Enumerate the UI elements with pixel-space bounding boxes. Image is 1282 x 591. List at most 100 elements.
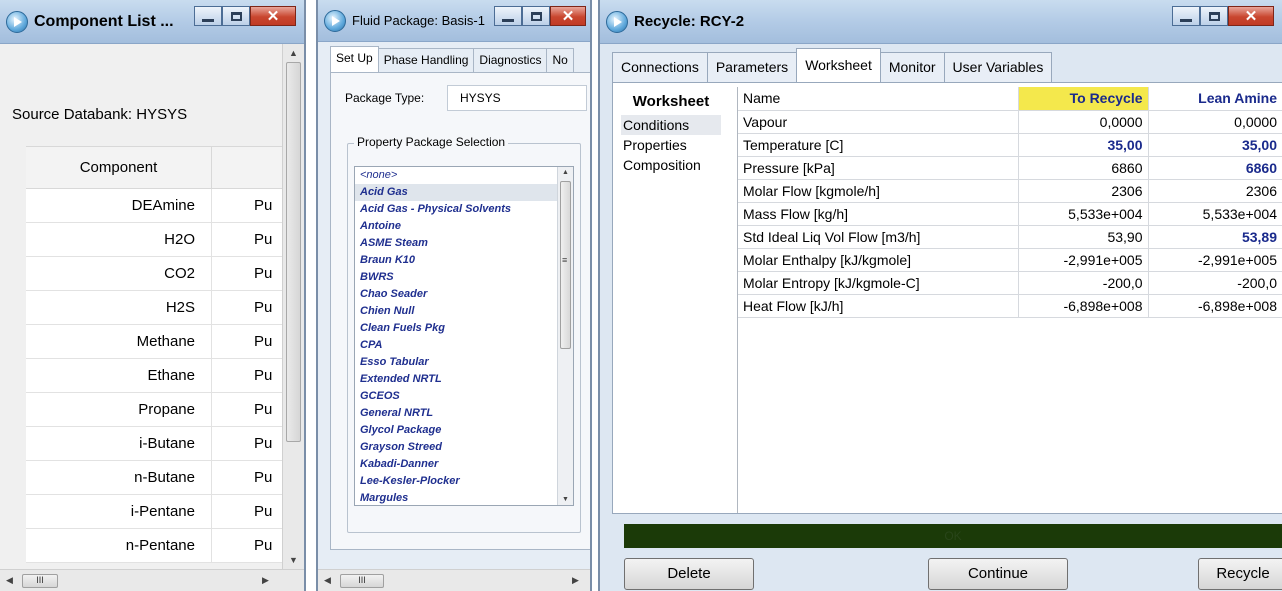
list-item[interactable]: Kabadi-Danner (355, 456, 573, 473)
minimize-button[interactable] (194, 6, 222, 26)
to-recycle-value[interactable]: 0,0000 (1018, 110, 1149, 134)
recycle-titlebar[interactable]: Recycle: RCY-2 ✕ (600, 0, 1282, 44)
table-row[interactable]: H2O Pu (26, 223, 286, 257)
list-item[interactable]: ASME Steam (355, 235, 573, 252)
scroll-up-icon[interactable]: ▲ (562, 169, 569, 176)
to-recycle-value[interactable]: 5,533e+004 (1018, 202, 1149, 226)
list-item[interactable]: <none> (355, 167, 573, 184)
scrollbar-thumb[interactable] (286, 62, 301, 442)
property-name: Molar Entropy [kJ/kgmole-C] (738, 271, 1019, 295)
tab-set-up[interactable]: Set Up (330, 46, 379, 72)
to-recycle-value[interactable]: -2,991e+005 (1018, 248, 1149, 272)
component-list-titlebar[interactable]: Component List ... ✕ (0, 0, 304, 44)
table-row[interactable]: Propane Pu (26, 393, 286, 427)
lean-amine-value[interactable]: -2,991e+005 (1148, 248, 1282, 272)
list-item[interactable]: Chien Null (355, 303, 573, 320)
scroll-up-icon[interactable]: ▲ (289, 48, 298, 58)
component-name: DEAmine (26, 189, 212, 222)
list-item[interactable]: Lee-Kesler-Plocker (355, 473, 573, 490)
nav-item-conditions[interactable]: Conditions (621, 115, 721, 135)
recycle-button[interactable]: Recycle (1198, 558, 1282, 590)
list-item[interactable]: Esso Tabular (355, 354, 573, 371)
list-item[interactable]: Antoine (355, 218, 573, 235)
lean-amine-value[interactable]: -6,898e+008 (1148, 294, 1282, 318)
lean-amine-value[interactable]: 53,89 (1148, 225, 1282, 249)
table-row[interactable]: Ethane Pu (26, 359, 286, 393)
scrollbar-thumb[interactable] (560, 181, 571, 349)
list-item[interactable]: Chao Seader (355, 286, 573, 303)
to-recycle-value[interactable]: -200,0 (1018, 271, 1149, 295)
list-item[interactable]: Braun K10 (355, 252, 573, 269)
minimize-button[interactable] (494, 6, 522, 26)
lean-amine-value[interactable]: 2306 (1148, 179, 1282, 203)
continue-button[interactable]: Continue (928, 558, 1068, 590)
horizontal-scrollbar[interactable]: ◀ III ▶ (318, 569, 590, 591)
package-type-field[interactable]: HYSYS (447, 85, 587, 111)
table-row[interactable]: n-Pentane Pu (26, 529, 286, 563)
list-item[interactable]: General NRTL (355, 405, 573, 422)
window-title: Recycle: RCY-2 (634, 13, 745, 30)
lean-amine-value[interactable]: 6860 (1148, 156, 1282, 180)
fluid-package-titlebar[interactable]: Fluid Package: Basis-1 ✕ (318, 0, 590, 42)
maximize-button[interactable] (522, 6, 550, 26)
scroll-left-icon[interactable]: ◀ (6, 575, 13, 586)
scroll-left-icon[interactable]: ◀ (324, 575, 331, 586)
hscroll-thumb[interactable]: III (22, 574, 58, 588)
component-column-header[interactable]: Component (26, 147, 212, 188)
table-row[interactable]: i-Butane Pu (26, 427, 286, 461)
list-item[interactable]: Acid Gas - Physical Solvents (355, 201, 573, 218)
maximize-button[interactable] (222, 6, 250, 26)
to-recycle-value[interactable]: 35,00 (1018, 133, 1149, 157)
scroll-right-icon[interactable]: ▶ (262, 575, 269, 586)
table-row[interactable]: n-Butane Pu (26, 461, 286, 495)
list-item[interactable]: BWRS (355, 269, 573, 286)
horizontal-scrollbar[interactable]: ◀ III ▶ (0, 569, 304, 591)
close-button[interactable]: ✕ (1228, 6, 1274, 26)
lean-amine-value[interactable]: 0,0000 (1148, 110, 1282, 134)
lean-amine-value[interactable]: 35,00 (1148, 133, 1282, 157)
list-item[interactable]: Grayson Streed (355, 439, 573, 456)
to-recycle-value[interactable]: -6,898e+008 (1018, 294, 1149, 318)
close-button[interactable]: ✕ (250, 6, 296, 26)
list-item[interactable]: Extended NRTL (355, 371, 573, 388)
scroll-right-icon[interactable]: ▶ (572, 575, 579, 586)
tab-phase-handling[interactable]: Phase Handling (377, 48, 475, 72)
hscroll-thumb[interactable]: III (340, 574, 384, 588)
tab-parameters[interactable]: Parameters (706, 52, 798, 82)
close-button[interactable]: ✕ (550, 6, 586, 26)
to-recycle-value[interactable]: 6860 (1018, 156, 1149, 180)
lean-amine-value[interactable]: 5,533e+004 (1148, 202, 1282, 226)
list-item[interactable]: Clean Fuels Pkg (355, 320, 573, 337)
scroll-down-icon[interactable]: ▼ (562, 496, 569, 503)
tab-no[interactable]: No (546, 48, 574, 72)
tab-monitor[interactable]: Monitor (879, 52, 945, 82)
tab-connections[interactable]: Connections (612, 52, 708, 82)
property-package-list[interactable]: <none> Acid Gas Acid Gas - Physical Solven… (354, 166, 574, 506)
lean-amine-value[interactable]: -200,0 (1148, 271, 1282, 295)
list-item[interactable]: Margules (355, 490, 573, 505)
table-row[interactable]: DEAmine Pu (26, 189, 286, 223)
tab-user-variables[interactable]: User Variables (943, 52, 1053, 82)
table-row[interactable]: i-Pentane Pu (26, 495, 286, 529)
list-item[interactable]: Acid Gas (355, 184, 573, 201)
nav-item-properties[interactable]: Properties (621, 135, 721, 155)
table-row[interactable]: Methane Pu (26, 325, 286, 359)
scroll-down-icon[interactable]: ▼ (289, 555, 298, 565)
vertical-scrollbar[interactable]: ▲ ▼ (282, 44, 304, 569)
maximize-button[interactable] (1200, 6, 1228, 26)
list-item[interactable]: GCEOS (355, 388, 573, 405)
minimize-button[interactable] (1172, 6, 1200, 26)
table-row[interactable]: H2S Pu (26, 291, 286, 325)
tab-diagnostics[interactable]: Diagnostics (473, 48, 548, 72)
to-recycle-column-header[interactable]: To Recycle (1018, 87, 1149, 111)
to-recycle-value[interactable]: 53,90 (1018, 225, 1149, 249)
list-item[interactable]: CPA (355, 337, 573, 354)
to-recycle-value[interactable]: 2306 (1018, 179, 1149, 203)
tab-worksheet[interactable]: Worksheet (796, 48, 881, 82)
package-list-scrollbar[interactable]: ▲ ≡ ▼ (557, 167, 573, 505)
nav-item-composition[interactable]: Composition (621, 155, 721, 175)
list-item[interactable]: Glycol Package (355, 422, 573, 439)
table-row[interactable]: CO2 Pu (26, 257, 286, 291)
lean-amine-column-header[interactable]: Lean Amine (1148, 87, 1282, 111)
delete-button[interactable]: Delete (624, 558, 754, 590)
